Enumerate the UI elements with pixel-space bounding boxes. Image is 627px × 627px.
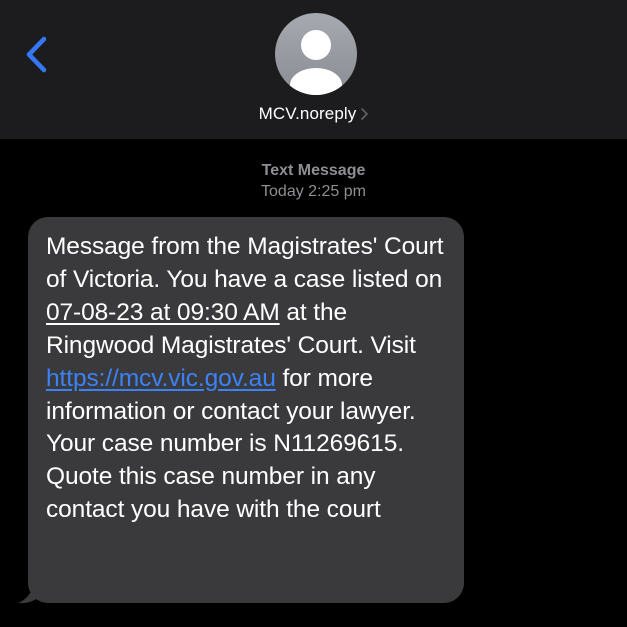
message-type-label: Text Message [261,162,366,179]
message-meta: Text Message Today 2:25 pm [0,160,627,202]
date-time-link[interactable]: 07-08-23 at 09:30 AM [46,299,280,326]
contact-name-row[interactable]: MCV.noreply [0,102,627,126]
conversation-header: MCV.noreply [0,0,627,139]
message-text-part: Message from the Magistrates' Court of V… [46,233,444,293]
website-link[interactable]: https://mcv.vic.gov.au [46,365,276,392]
contact-name: MCV.noreply [258,104,357,123]
incoming-message-bubble[interactable]: Message from the Magistrates' Court of V… [28,217,464,603]
contact-avatar[interactable] [275,13,357,95]
message-thread-screen: MCV.noreply Text Message Today 2:25 pm M… [0,0,627,627]
message-timestamp: Today 2:25 pm [261,183,366,200]
message-body: Message from the Magistrates' Court of V… [46,231,448,527]
chevron-right-icon [361,108,369,120]
person-icon [290,30,342,95]
back-button[interactable] [18,30,58,80]
chevron-left-icon [26,36,47,73]
